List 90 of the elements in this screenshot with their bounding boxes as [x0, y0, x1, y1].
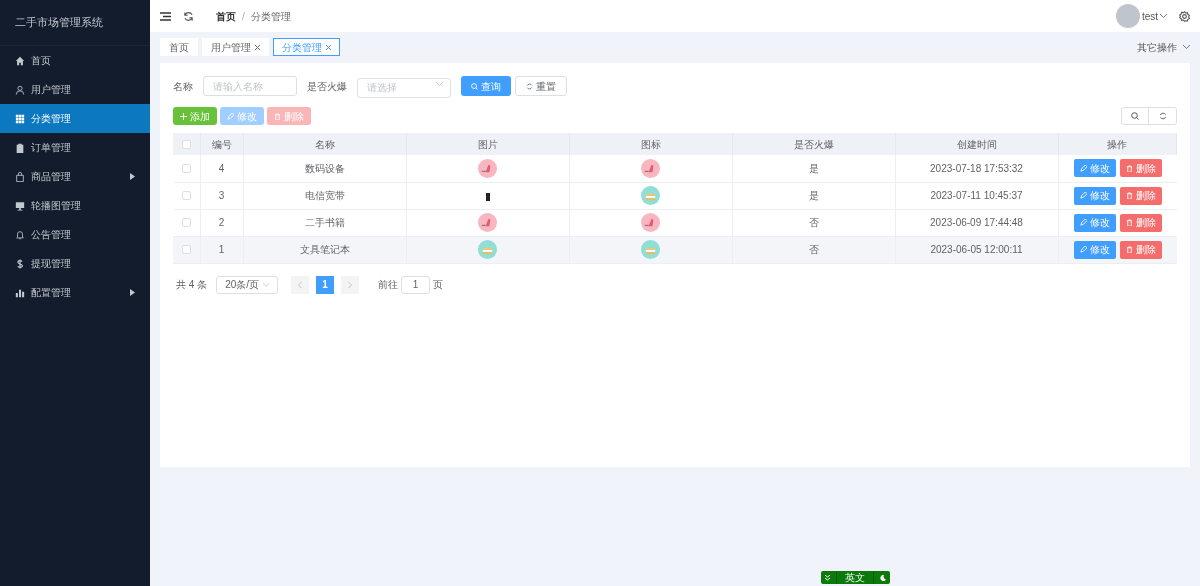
sidebar-item[interactable]: 商品管理 [0, 162, 150, 191]
breadcrumb-separator: / [242, 9, 245, 24]
caret-icon [130, 289, 135, 296]
ime-toolbar[interactable]: 英文 [820, 571, 890, 584]
table-cell: 4 [200, 155, 243, 182]
table-cell: 1 [200, 236, 243, 263]
reset-button[interactable]: 重置 [515, 76, 567, 96]
chevron-icon [824, 574, 830, 581]
search-icon [1131, 112, 1139, 120]
table-cell: 否 [732, 236, 895, 263]
refresh-icon [1158, 112, 1167, 120]
sidebar-item[interactable]: 公告管理 [0, 220, 150, 249]
home-icon [15, 55, 25, 66]
sidebar-item[interactable]: 用户管理 [0, 75, 150, 104]
pencil-icon [1079, 246, 1087, 253]
tab[interactable]: 首页 [160, 38, 198, 56]
page-number-field[interactable]: 1 [401, 275, 431, 294]
caret-icon [130, 173, 135, 180]
moon-icon [879, 574, 886, 581]
trash-icon [1125, 246, 1133, 253]
person-icon [15, 84, 25, 95]
sidebar-item[interactable]: 轮播图管理 [0, 191, 150, 220]
clipboard-icon [15, 142, 25, 153]
page-size-select[interactable]: 20条/页 [216, 275, 279, 294]
field-label: 是否火爆 [307, 79, 347, 94]
chevron-down-icon [1160, 14, 1167, 18]
close-icon[interactable] [255, 44, 260, 50]
dollar-icon [15, 258, 25, 269]
chevron-right-icon [348, 281, 353, 288]
field-label: 名称 [173, 79, 193, 94]
chevron-down-icon [1183, 45, 1190, 49]
sidebar-item[interactable]: 首页 [0, 46, 150, 75]
pencil-icon [1079, 192, 1087, 199]
trash-icon [1125, 164, 1133, 172]
table-cell: 3 [200, 182, 243, 209]
table-cell: 2023-06-05 12:00:11 [895, 236, 1058, 263]
avatar[interactable] [1115, 4, 1140, 28]
close-icon[interactable] [326, 44, 331, 50]
breadcrumb-item[interactable]: 首页 [216, 8, 236, 24]
search-icon [471, 82, 478, 90]
trash-icon [1125, 192, 1133, 199]
select-all-checkbox[interactable] [181, 139, 191, 149]
ime-mode: 英文 [835, 571, 874, 584]
goto-suffix: 页 [433, 278, 444, 292]
total-count: 共 4 条 [176, 278, 208, 292]
table-cell: 2023-06-09 17:44:48 [895, 209, 1058, 236]
refresh-icon [526, 82, 533, 90]
trash-icon [274, 112, 281, 120]
previous-page-button[interactable] [291, 275, 310, 294]
table-cell: 2023-07-11 10:45:37 [895, 182, 1058, 209]
trash-icon [1125, 219, 1133, 226]
table-cell: 2023-07-18 17:53:32 [895, 155, 1058, 182]
grid-icon [15, 113, 25, 124]
tabs-menu[interactable]: 其它操作 [1137, 39, 1177, 55]
pencil-icon [227, 112, 234, 120]
app-title: 二手市场管理系统 [15, 15, 103, 31]
row-checkbox[interactable] [181, 163, 191, 173]
sidebar-item[interactable]: 配置管理 [0, 278, 150, 307]
table-cell: 文具笔记本 [243, 236, 406, 263]
tab[interactable]: 用户管理 [202, 38, 269, 56]
chevron-down-icon [436, 82, 443, 86]
next-page-button[interactable] [341, 275, 360, 294]
pencil-icon [1079, 164, 1087, 172]
table-cell: 数码设备 [243, 155, 406, 182]
table-cell: 是 [732, 182, 895, 209]
settings-icon[interactable] [1179, 10, 1190, 22]
table-cell: 是 [732, 155, 895, 182]
table-cell: 否 [732, 209, 895, 236]
table-cell: 二手书籍 [243, 209, 406, 236]
bag-icon [15, 171, 25, 182]
sidebar-item[interactable]: 订单管理 [0, 133, 150, 162]
bar-chart-icon [15, 287, 25, 298]
sidebar-item[interactable]: 分类管理 [0, 104, 150, 133]
goto-label: 前往 [378, 278, 399, 292]
table-cell: 电信宽带 [243, 182, 406, 209]
row-checkbox[interactable] [181, 191, 191, 200]
monitor-icon [15, 200, 25, 211]
menu-icon[interactable] [160, 11, 171, 21]
row-checkbox[interactable] [181, 218, 191, 227]
bell-icon [15, 229, 25, 240]
table-cell: 2 [200, 209, 243, 236]
refresh-icon[interactable] [183, 10, 194, 22]
sidebar-item[interactable]: 提现管理 [0, 249, 150, 278]
user-menu[interactable]: test [1141, 8, 1158, 24]
pencil-icon [1079, 219, 1087, 226]
breadcrumb-item: 分类管理 [250, 9, 291, 24]
chevron-down-icon [263, 282, 270, 287]
chevron-left-icon [298, 281, 303, 288]
plus-icon [180, 112, 187, 120]
row-checkbox[interactable] [181, 245, 191, 254]
